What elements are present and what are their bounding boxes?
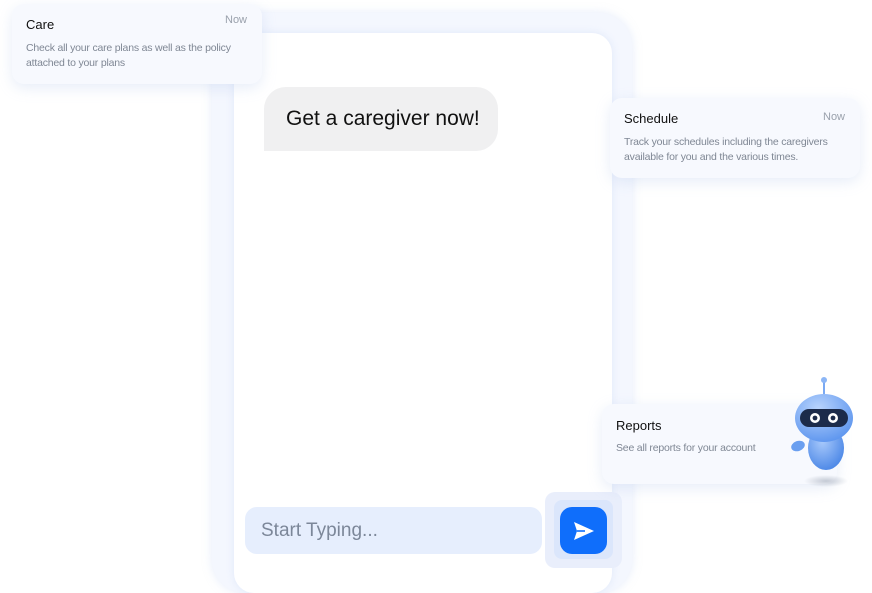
send-icon — [573, 521, 594, 540]
care-notification-card[interactable]: Care Now Check all your care plans as we… — [12, 4, 262, 84]
card-time: Now — [225, 14, 248, 26]
card-description: See all reports for your account — [616, 442, 756, 454]
card-title: Care — [26, 17, 55, 32]
card-time: Now — [823, 111, 846, 123]
message-input[interactable]: Start Typing... — [245, 507, 542, 554]
card-title: Reports — [616, 418, 662, 433]
card-description: Check all your care plans as well as the… — [26, 42, 231, 69]
card-description: Track your schedules including the careg… — [624, 136, 828, 163]
card-title: Schedule — [624, 111, 679, 126]
schedule-notification-card[interactable]: Schedule Now Track your schedules includ… — [610, 98, 860, 178]
robot-mascot-icon — [786, 376, 862, 492]
chat-bubble: Get a caregiver now! — [264, 87, 498, 151]
send-button[interactable] — [560, 507, 607, 554]
